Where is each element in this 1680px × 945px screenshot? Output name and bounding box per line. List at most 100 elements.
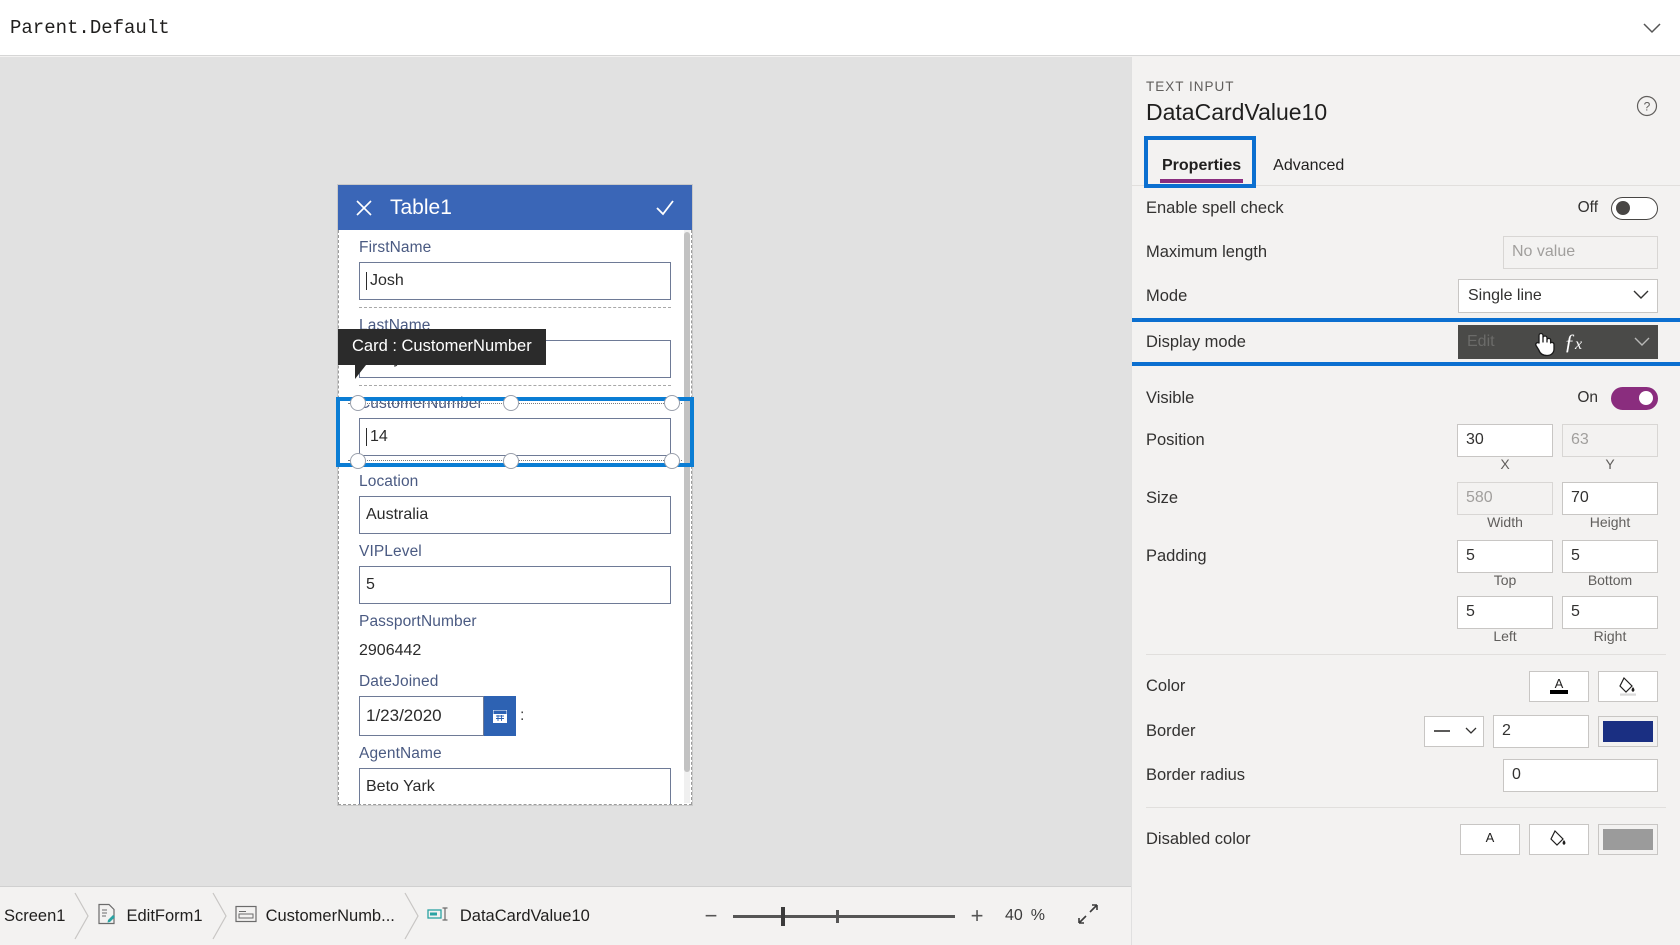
zoom-in-button[interactable]: + (963, 903, 991, 929)
property-row-border-radius: Border radius 0 (1132, 753, 1680, 797)
field-input[interactable]: Josh (359, 262, 671, 300)
field-label: AgentName (359, 745, 442, 762)
form-field-datejoined[interactable]: DateJoined 1/23/2020 : (339, 664, 691, 736)
svg-text:?: ? (1644, 100, 1651, 114)
disabled-color-chip[interactable] (1598, 823, 1658, 855)
form-field-viplevel[interactable]: VIPLevel 5 (339, 534, 691, 604)
zoom-level-value: 40 (1005, 907, 1023, 924)
spell-check-toggle[interactable] (1611, 196, 1658, 220)
zoom-out-button[interactable]: − (697, 903, 725, 929)
property-label: Enable spell check (1146, 198, 1284, 217)
border-width-input[interactable]: 2 (1493, 714, 1589, 748)
padding-left-input[interactable]: 5 (1457, 595, 1553, 629)
help-circle-icon[interactable]: ? (1636, 95, 1658, 117)
breadcrumb-label: DataCardValue10 (459, 906, 590, 925)
field-input[interactable]: Beto Yark (359, 768, 671, 804)
padding-top-input[interactable]: 5 (1457, 539, 1553, 573)
tab-advanced[interactable]: Advanced (1257, 157, 1360, 185)
property-label: Border (1146, 721, 1196, 740)
tooltip-arrow (355, 365, 366, 379)
close-icon[interactable] (354, 198, 374, 218)
fill-color-icon[interactable] (1598, 670, 1658, 702)
toggle-state-label: Off (1577, 199, 1598, 216)
status-bar: Screen1 EditForm1 CustomerNumb... DataCa… (0, 887, 1131, 945)
properties-list: Enable spell check Off Maximum length No… (1132, 186, 1680, 862)
padding-right-input[interactable]: 5 (1562, 595, 1658, 629)
zoom-percent-symbol: % (1030, 907, 1046, 924)
breadcrumb-label: Screen1 (4, 906, 66, 925)
line-style-icon (1433, 730, 1450, 732)
size-width-input[interactable]: 580 (1457, 481, 1553, 515)
chevron-down-icon (1634, 334, 1650, 352)
mode-dropdown[interactable]: Single line (1458, 279, 1658, 313)
font-color-icon[interactable]: A (1460, 823, 1520, 855)
border-color-chip[interactable] (1598, 715, 1658, 747)
field-value: Josh (370, 272, 404, 289)
property-row-mode: Mode Single line (1132, 274, 1680, 318)
font-color-icon[interactable]: A (1529, 670, 1589, 702)
field-value: 14 (370, 428, 388, 445)
property-row-size: Size 580 70 (1132, 478, 1680, 518)
border-radius-input[interactable]: 0 (1503, 758, 1658, 792)
form-field-location[interactable]: Location Australia (339, 464, 691, 534)
date-value[interactable]: 1/23/2020 (359, 696, 484, 736)
fx-icon[interactable]: ƒx (1564, 329, 1582, 355)
field-value: 5 (366, 576, 375, 593)
property-row-padding: Padding 5 5 (1132, 536, 1680, 576)
position-y-input[interactable]: 63 (1562, 423, 1658, 457)
form-field-firstname[interactable]: FirstName Josh (339, 230, 691, 308)
display-mode-dropdown[interactable]: Edit ƒx (1458, 325, 1658, 359)
field-value: Beto Yark (366, 778, 435, 795)
field-input[interactable]: 5 (359, 566, 671, 604)
breadcrumb-item-customernumber[interactable]: CustomerNumb... (231, 887, 401, 945)
chevron-down-icon (1465, 727, 1476, 734)
checkmark-icon[interactable] (654, 197, 676, 219)
visible-toggle[interactable] (1611, 386, 1658, 410)
property-label: Color (1146, 676, 1186, 695)
hand-pointer-icon (1532, 329, 1556, 362)
fill-color-icon[interactable] (1529, 823, 1589, 855)
textinput-icon (427, 905, 451, 928)
field-input[interactable]: Australia (359, 496, 671, 534)
property-label: Border radius (1146, 765, 1246, 784)
field-value: Australia (366, 506, 429, 523)
maximum-length-input[interactable]: No value (1503, 235, 1658, 269)
app-canvas[interactable]: Table1 FirstName Josh LastName CustomerN… (0, 57, 1131, 886)
formula-input[interactable] (0, 0, 1624, 55)
border-style-dropdown[interactable] (1424, 715, 1484, 747)
border-color-fill (1603, 720, 1653, 742)
size-height-input[interactable]: 70 (1562, 481, 1658, 515)
slider-thumb[interactable] (781, 907, 785, 926)
field-label: FirstName (359, 239, 432, 256)
property-row-disabled-color: Disabled color A (1132, 816, 1680, 862)
property-label: Mode (1146, 286, 1188, 305)
powerapps-studio: Table1 FirstName Josh LastName (0, 0, 1680, 945)
form-scrollbar[interactable] (684, 230, 690, 803)
calendar-icon[interactable] (484, 696, 516, 736)
scrollbar-thumb[interactable] (684, 232, 690, 772)
property-row-color: Color A (1132, 663, 1680, 709)
position-x-input[interactable]: 30 (1457, 423, 1553, 457)
panel-tabs: Properties Advanced (1132, 136, 1680, 188)
breadcrumb-item-datacardvalue10[interactable]: DataCardValue10 (423, 887, 596, 945)
breadcrumb-item-screen1[interactable]: Screen1 (0, 887, 71, 945)
date-picker[interactable]: 1/23/2020 : (359, 696, 671, 736)
form-field-customernumber[interactable]: CustomerNumber 14 (339, 386, 691, 464)
field-label: Location (359, 473, 419, 490)
breadcrumb-item-editform1[interactable]: EditForm1 (93, 887, 208, 945)
slider-tick (836, 910, 839, 923)
property-row-spell-check: Enable spell check Off (1132, 186, 1680, 230)
card-icon (234, 905, 257, 928)
zoom-slider[interactable] (733, 904, 955, 928)
field-input[interactable]: 14 (359, 418, 671, 456)
chevron-down-icon[interactable] (1624, 1, 1680, 55)
form-field-agentname[interactable]: AgentName Beto Yark (339, 736, 691, 804)
toggle-state-label: On (1577, 389, 1598, 406)
form-field-passportnumber[interactable]: PassportNumber 2906442 (339, 604, 691, 664)
property-label: Visible (1146, 388, 1195, 407)
edit-form[interactable]: Table1 FirstName Josh LastName CustomerN… (338, 185, 692, 805)
expand-diagonal-icon[interactable] (1076, 902, 1100, 931)
tab-properties[interactable]: Properties (1146, 157, 1257, 185)
padding-bottom-input[interactable]: 5 (1562, 539, 1658, 573)
date-suffix: : (520, 707, 525, 724)
